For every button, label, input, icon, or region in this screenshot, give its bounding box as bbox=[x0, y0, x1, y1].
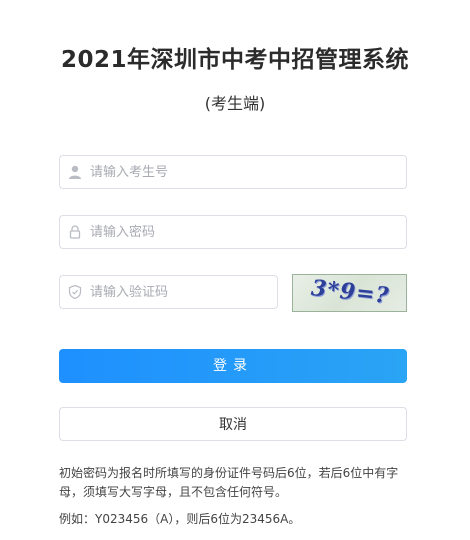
password-rule-note: 初始密码为报名时所填写的身份证件号码后6位，若后6位中有字母，须填写大写字母，且… bbox=[59, 466, 399, 499]
user-icon bbox=[69, 165, 81, 179]
password-example-note: 例如：Y023456（A），则后6位为23456A。 bbox=[59, 512, 301, 526]
shield-icon bbox=[68, 284, 82, 300]
login-button[interactable]: 登录 bbox=[59, 349, 407, 383]
page-title: 2021年深圳市中考中招管理系统 bbox=[60, 47, 409, 73]
cancel-button[interactable]: 取消 bbox=[59, 407, 407, 441]
captcha-text: 3*9=? bbox=[309, 274, 391, 310]
lock-icon bbox=[69, 225, 81, 239]
candidate-number-input[interactable] bbox=[90, 156, 400, 188]
captcha-image[interactable]: 3*9=? bbox=[292, 274, 407, 312]
captcha-input[interactable] bbox=[90, 276, 271, 308]
captcha-field[interactable] bbox=[59, 275, 278, 309]
candidate-number-field[interactable] bbox=[59, 155, 407, 189]
password-input[interactable] bbox=[90, 216, 400, 248]
password-field[interactable] bbox=[59, 215, 407, 249]
page-subtitle: (考生端) bbox=[204, 94, 266, 113]
